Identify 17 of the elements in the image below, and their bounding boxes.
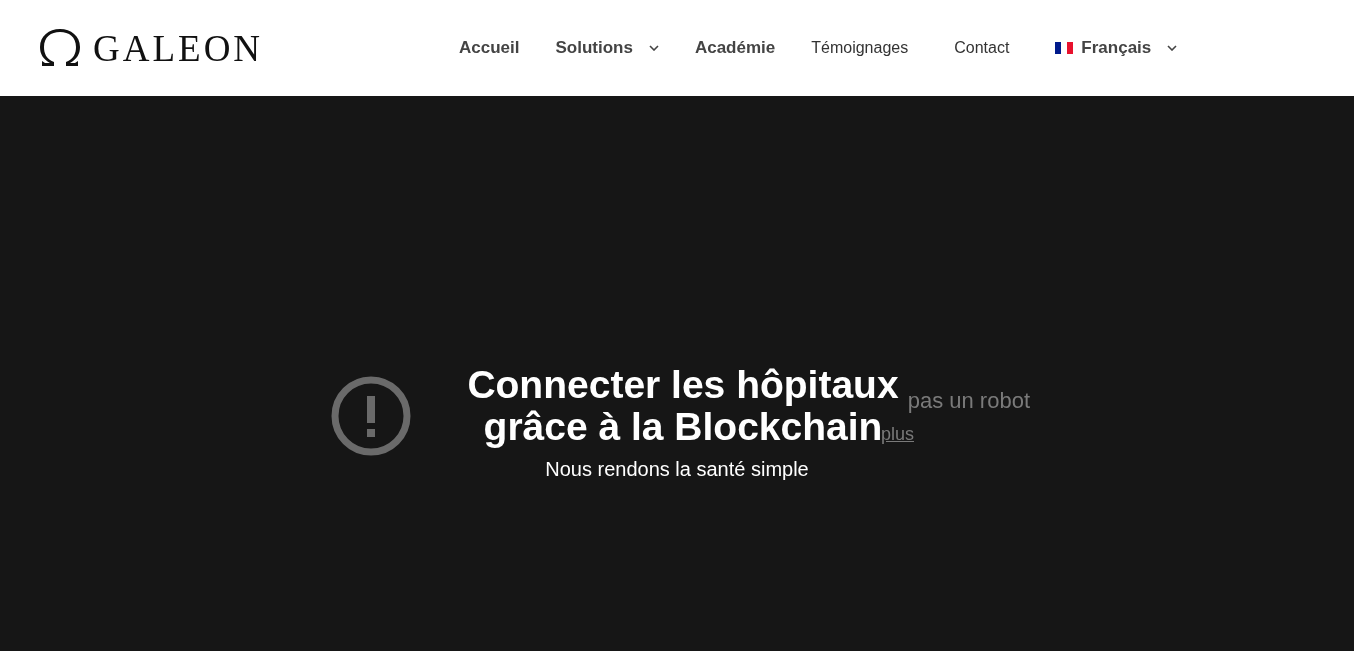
- flag-icon: [1055, 42, 1074, 54]
- hero-subtitle: Nous rendons la santé simple: [545, 458, 809, 481]
- nav-link[interactable]: Accueil: [459, 38, 520, 58]
- nav-link[interactable]: Contact: [954, 39, 1010, 57]
- hero-title: grâce à la Blockchain: [483, 406, 883, 448]
- nav-link[interactable]: Français: [1055, 38, 1178, 58]
- error-title: pas un robot: [907, 387, 1030, 414]
- nav-link[interactable]: Solutions: [555, 38, 659, 58]
- warning-icon: [331, 376, 411, 456]
- caret-icon: [648, 45, 659, 51]
- hero-title: Connecter les hôpitaux: [467, 364, 899, 406]
- omega-logo-icon: [40, 29, 80, 67]
- caret-icon: [1167, 45, 1178, 51]
- nav-link[interactable]: Témoignages: [811, 39, 909, 57]
- brand-name: GALEON: [93, 29, 264, 67]
- learn-more-link[interactable]: plus: [880, 423, 914, 444]
- nav-link[interactable]: Académie: [694, 38, 776, 58]
